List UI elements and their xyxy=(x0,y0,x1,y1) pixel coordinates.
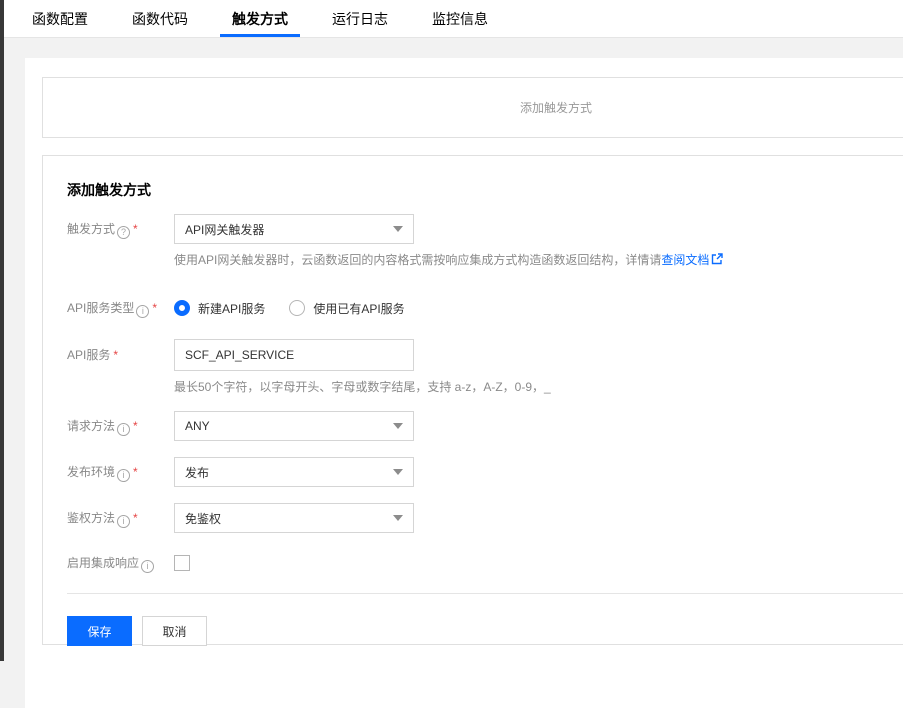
api-service-label: API服务 * xyxy=(67,348,119,362)
external-link-icon[interactable] xyxy=(711,253,724,269)
content-panel: 添加触发方式 添加触发方式 触发方式? * API网关触发器 使用API网关触发器… xyxy=(25,58,903,708)
required-asterisk: * xyxy=(113,348,119,362)
info-circle-icon[interactable]: i xyxy=(117,469,131,482)
auth-method-select[interactable]: 免鉴权 xyxy=(174,503,414,533)
save-button[interactable]: 保存 xyxy=(67,616,132,646)
release-env-select[interactable]: 发布 xyxy=(174,457,414,487)
add-trigger-form: 添加触发方式 触发方式? * API网关触发器 使用API网关触发器时，云函数返回… xyxy=(42,155,903,646)
release-env-label: 发布环境 i * xyxy=(67,465,138,482)
info-circle-icon[interactable]: i xyxy=(141,560,155,573)
view-docs-link[interactable]: 查阅文档 xyxy=(661,253,709,267)
trigger-method-helper: 使用API网关触发器时，云函数返回的内容格式需按响应集成方式构造函数返回结构，详… xyxy=(174,252,724,269)
api-service-input[interactable] xyxy=(174,339,414,371)
radio-new-api-service[interactable]: 新建API服务 xyxy=(174,300,265,317)
question-circle-icon[interactable]: ? xyxy=(117,226,131,239)
auth-method-label: 鉴权方法 i * xyxy=(67,511,138,528)
info-circle-icon[interactable]: i xyxy=(117,423,131,436)
request-method-label: 请求方法 i * xyxy=(67,419,138,436)
tab-monitoring-info[interactable]: 监控信息 xyxy=(420,0,500,37)
required-asterisk: * xyxy=(133,511,138,525)
api-service-helper: 最长50个字符，以字母开头、字母或数字结尾，支持 a-z，A-Z，0-9，_ xyxy=(174,380,551,394)
info-circle-icon[interactable]: i xyxy=(136,305,150,318)
radio-unselected-icon xyxy=(289,300,306,316)
radio-existing-api-service[interactable]: 使用已有API服务 xyxy=(289,300,405,317)
info-circle-icon[interactable]: i xyxy=(117,515,131,528)
required-asterisk: * xyxy=(133,419,138,433)
row-api-service: API服务* 最长50个字符，以字母开头、字母或数字结尾，支持 a-z，A-Z，… xyxy=(67,339,903,395)
trigger-method-select[interactable]: API网关触发器 xyxy=(174,214,414,244)
tab-bar: 函数配置 函数代码 触发方式 运行日志 监控信息 xyxy=(4,0,903,38)
row-auth-method: 鉴权方法 i * 免鉴权 xyxy=(67,503,903,533)
api-service-type-group: 新建API服务 使用已有API服务 xyxy=(174,293,429,323)
required-asterisk: * xyxy=(152,301,158,315)
chevron-down-icon xyxy=(393,469,403,475)
required-asterisk: * xyxy=(133,222,138,236)
radio-selected-icon xyxy=(174,300,190,316)
integrated-response-label: 启用集成响应 i xyxy=(67,555,174,573)
tab-function-config[interactable]: 函数配置 xyxy=(20,0,100,37)
chevron-down-icon xyxy=(393,423,403,429)
form-title: 添加触发方式 xyxy=(67,182,151,198)
form-actions: 保存 取消 xyxy=(67,616,903,646)
row-integrated-response: 启用集成响应 i xyxy=(67,555,903,573)
row-api-service-type: API服务类型 i * 新建API服务 使用已有API服务 xyxy=(67,293,903,323)
integrated-response-checkbox[interactable] xyxy=(174,555,190,571)
cancel-button[interactable]: 取消 xyxy=(142,616,207,646)
tab-function-code[interactable]: 函数代码 xyxy=(120,0,200,37)
chevron-down-icon xyxy=(393,226,403,232)
row-trigger-method: 触发方式? * API网关触发器 使用API网关触发器时，云函数返回的内容格式需按… xyxy=(67,214,903,269)
tab-run-logs[interactable]: 运行日志 xyxy=(320,0,400,37)
request-method-select[interactable]: ANY xyxy=(174,411,414,441)
form-divider xyxy=(67,593,903,594)
chevron-down-icon xyxy=(393,515,403,521)
collapsed-sidebar-rail xyxy=(0,0,4,661)
api-service-type-label: API服务类型 i * xyxy=(67,301,158,318)
tab-trigger-method[interactable]: 触发方式 xyxy=(220,0,300,37)
add-trigger-banner-label: 添加触发方式 xyxy=(519,101,592,115)
trigger-method-label: 触发方式? * xyxy=(67,222,138,239)
required-asterisk: * xyxy=(133,465,138,479)
row-release-env: 发布环境 i * 发布 xyxy=(67,457,903,487)
row-request-method: 请求方法 i * ANY xyxy=(67,411,903,441)
add-trigger-banner[interactable]: 添加触发方式 xyxy=(42,77,903,138)
